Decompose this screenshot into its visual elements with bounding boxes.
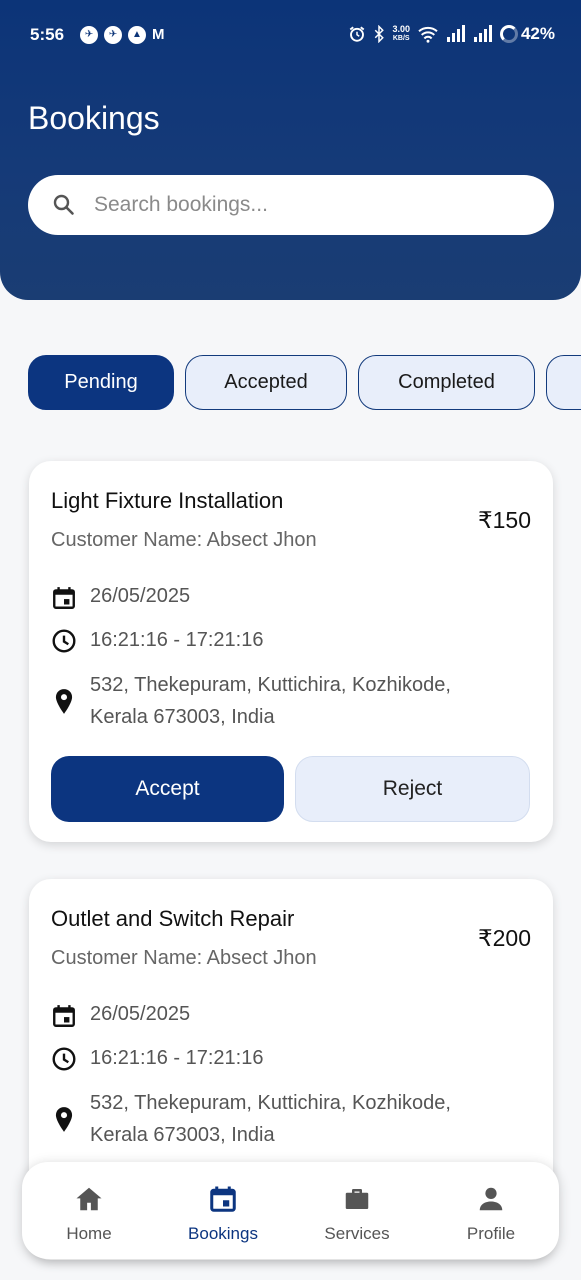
address-line-1: 532, Thekepuram, Kuttichira, Kozhikode, (90, 1092, 451, 1114)
person-icon (479, 1187, 503, 1211)
network-speed: 3.00 KB/S (392, 25, 410, 43)
booking-card: Light Fixture Installation ₹150 Customer… (29, 461, 553, 842)
search-input[interactable] (92, 175, 532, 235)
clock-icon (52, 629, 76, 653)
booking-title: Light Fixture Installation (51, 488, 284, 513)
bottom-nav: Home Bookings Services Profile (22, 1162, 559, 1259)
booking-time: 16:21:16 - 17:21:16 (90, 629, 264, 651)
status-filter-tabs: Pending Accepted Completed (28, 355, 581, 411)
location-pin-icon (55, 689, 73, 714)
calendar-icon (210, 1186, 236, 1212)
nav-label: Home (66, 1224, 112, 1243)
status-system-icons: 3.00 KB/S 42% (348, 24, 555, 44)
booking-price: ₹150 (477, 507, 531, 533)
bookings-screen: 5:56 ✈ ✈ ▲ M 3.00 KB/S 42% Bookings Sear… (0, 0, 581, 1280)
gmail-icon: M (152, 26, 165, 43)
nav-label: Bookings (188, 1224, 258, 1243)
filter-chip-pending[interactable]: Pending (28, 355, 174, 410)
accept-button[interactable]: Accept (51, 756, 284, 822)
battery-level: 42% (520, 24, 555, 43)
reject-button[interactable]: Reject (295, 756, 530, 822)
booking-address: 532, Thekepuram, Kuttichira, Kozhikode, … (90, 669, 451, 733)
wifi-icon (418, 26, 438, 43)
battery-indicator: 42% (499, 24, 555, 44)
search-bar[interactable] (28, 175, 554, 235)
booking-address: 532, Thekepuram, Kuttichira, Kozhikode, … (90, 1087, 451, 1151)
nav-label: Services (324, 1224, 390, 1243)
address-line-2: Kerala 673003, India (90, 706, 275, 728)
briefcase-icon (345, 1189, 369, 1209)
calendar-icon (53, 1005, 75, 1027)
address-line-2: Kerala 673003, India (90, 1124, 275, 1146)
search-icon (53, 194, 74, 215)
speed-value: 3.00 (392, 24, 410, 34)
page-title: Bookings (28, 100, 160, 136)
nav-item-bookings[interactable]: Bookings (156, 1162, 290, 1259)
customer-name: Customer Name: Absect Jhon (51, 947, 317, 969)
location-pin-icon (55, 1107, 73, 1132)
filter-chip-completed[interactable]: Completed (358, 355, 535, 410)
nav-item-profile[interactable]: Profile (424, 1162, 558, 1259)
status-time: 5:56 (30, 25, 65, 44)
booking-time: 16:21:16 - 17:21:16 (90, 1047, 264, 1069)
alarm-icon (350, 26, 365, 42)
signal-icon (446, 25, 465, 42)
header: 5:56 ✈ ✈ ▲ M 3.00 KB/S 42% Bookings Sear… (0, 0, 581, 300)
notification-icon: ✈ (104, 26, 122, 44)
status-app-icons: ✈ ✈ ▲ M (80, 26, 165, 44)
bluetooth-icon (375, 25, 385, 43)
speed-unit: KB/S (392, 35, 410, 42)
battery-icon (499, 25, 518, 43)
booking-date: 26/05/2025 (90, 585, 191, 607)
customer-name: Customer Name: Absect Jhon (51, 529, 317, 551)
address-line-1: 532, Thekepuram, Kuttichira, Kozhikode, (90, 674, 451, 696)
status-bar: 5:56 ✈ ✈ ▲ M 3.00 KB/S 42% (0, 20, 581, 52)
nav-label: Profile (466, 1224, 516, 1243)
calendar-icon (53, 587, 75, 609)
filter-chip-more[interactable] (546, 355, 581, 410)
clock-icon (52, 1047, 76, 1071)
booking-title: Outlet and Switch Repair (51, 906, 295, 931)
signal-icon (473, 25, 492, 42)
nav-item-services[interactable]: Services (290, 1162, 424, 1259)
nav-item-home[interactable]: Home (22, 1162, 156, 1259)
booking-date: 26/05/2025 (90, 1003, 191, 1025)
filter-chip-accepted[interactable]: Accepted (185, 355, 347, 410)
booking-price: ₹200 (477, 925, 531, 951)
home-icon (76, 1187, 102, 1211)
notification-icon: ✈ (80, 26, 98, 44)
navigation-icon: ▲ (128, 26, 146, 44)
